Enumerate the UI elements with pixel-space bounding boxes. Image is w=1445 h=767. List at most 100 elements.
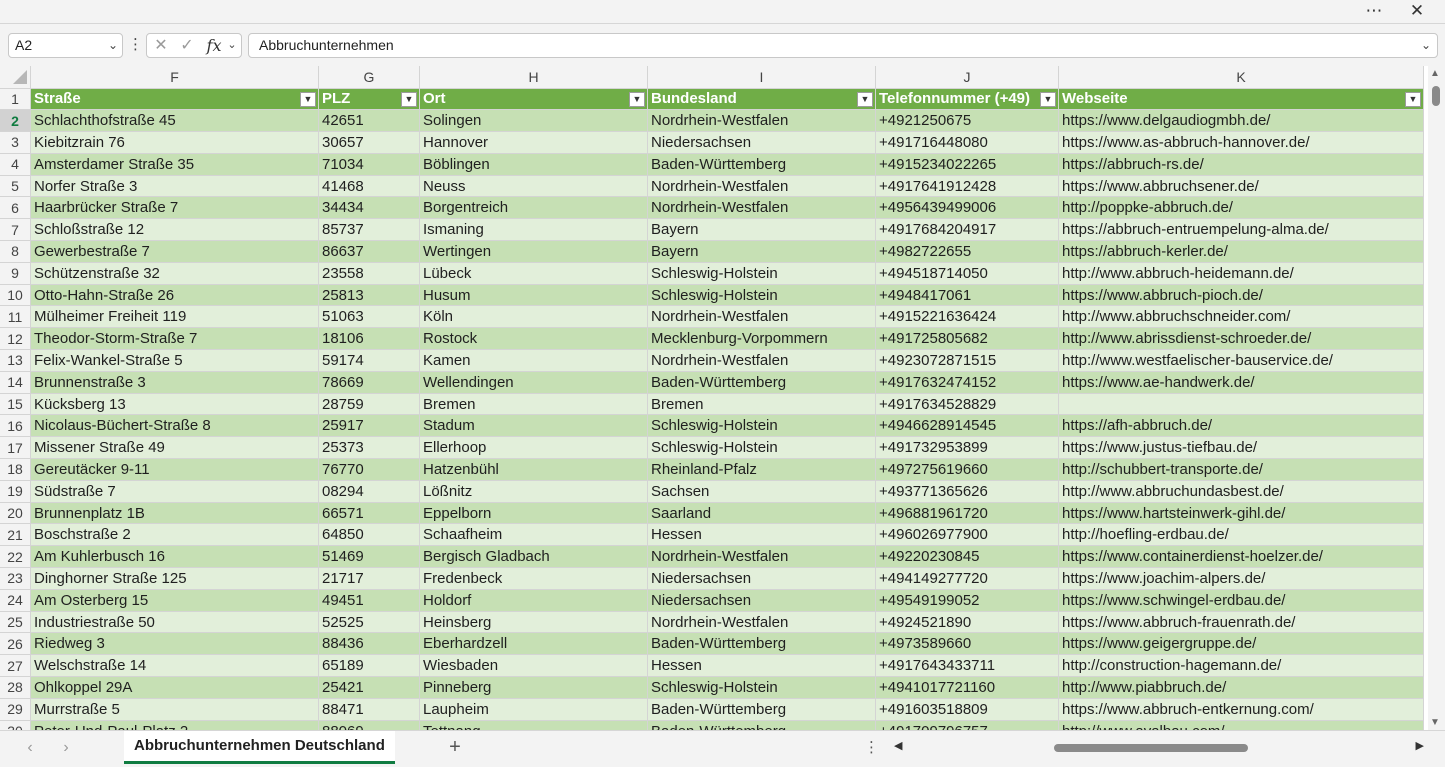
table-cell[interactable]: 85737	[318, 218, 420, 242]
table-cell[interactable]: 78669	[318, 371, 420, 394]
table-cell[interactable]: Nordrhein-Westfalen	[647, 196, 876, 220]
table-cell[interactable]: Bergisch Gladbach	[419, 545, 648, 569]
table-cell[interactable]: +494149277720	[875, 567, 1059, 590]
row-header[interactable]: 24	[0, 589, 31, 612]
column-header-f[interactable]: F	[30, 66, 319, 89]
table-cell[interactable]: Mülheimer Freiheit 119	[30, 305, 319, 329]
row-header[interactable]: 2	[0, 109, 31, 133]
table-cell[interactable]: Nordrhein-Westfalen	[647, 175, 876, 198]
table-cell[interactable]: Dinghorner Straße 125	[30, 567, 319, 590]
chevron-down-icon[interactable]: ⌄	[108, 34, 118, 57]
table-cell[interactable]: 25373	[318, 436, 420, 460]
table-cell[interactable]: Heinsberg	[419, 611, 648, 634]
table-cell[interactable]: Kiebitzrain 76	[30, 131, 319, 154]
table-cell[interactable]: http://www.abbruchundasbest.de/	[1058, 480, 1424, 503]
table-cell[interactable]: +4917643433711	[875, 654, 1059, 678]
table-cell[interactable]: Baden-Württemberg	[647, 632, 876, 656]
scroll-right-icon[interactable]: ▶	[1416, 739, 1424, 752]
scroll-up-icon[interactable]: ▲	[1430, 68, 1440, 79]
table-cell[interactable]: Industriestraße 50	[30, 611, 319, 634]
table-cell[interactable]: Wertingen	[419, 240, 648, 263]
table-cell[interactable]: +4917641912428	[875, 175, 1059, 198]
table-cell[interactable]: 28759	[318, 393, 420, 416]
table-cell[interactable]: Schleswig-Holstein	[647, 284, 876, 307]
table-cell[interactable]: 88069	[318, 720, 420, 730]
table-cell[interactable]: Peter-Und-Paul-Platz 2	[30, 720, 319, 730]
table-cell[interactable]: Norfer Straße 3	[30, 175, 319, 198]
table-cell[interactable]: https://www.as-abbruch-hannover.de/	[1058, 131, 1424, 154]
table-cell[interactable]: +4924521890	[875, 611, 1059, 634]
table-cell[interactable]: https://www.geigergruppe.de/	[1058, 632, 1424, 656]
table-cell[interactable]: Welschstraße 14	[30, 654, 319, 678]
table-cell[interactable]: +4921250675	[875, 109, 1059, 133]
vertical-scroll-thumb[interactable]	[1432, 86, 1440, 106]
table-cell[interactable]: +4941017721160	[875, 676, 1059, 699]
table-cell[interactable]: Neuss	[419, 175, 648, 198]
table-cell[interactable]: +491725805682	[875, 327, 1059, 351]
table-cell[interactable]: +4923072871515	[875, 349, 1059, 372]
table-cell[interactable]: http://poppke-abbruch.de/	[1058, 196, 1424, 220]
row-header[interactable]: 13	[0, 349, 31, 372]
table-header-cell[interactable]: Bundesland ▼	[647, 88, 876, 111]
select-all-corner[interactable]	[0, 66, 31, 89]
table-cell[interactable]: Kücksberg 13	[30, 393, 319, 416]
table-cell[interactable]: Schützenstraße 32	[30, 262, 319, 285]
table-cell[interactable]: Nicolaus-Büchert-Straße 8	[30, 414, 319, 438]
row-header[interactable]: 7	[0, 218, 31, 242]
table-cell[interactable]: Sachsen	[647, 480, 876, 503]
table-cell[interactable]: 51469	[318, 545, 420, 569]
table-cell[interactable]: Brunnenstraße 3	[30, 371, 319, 394]
table-cell[interactable]: 76770	[318, 458, 420, 481]
table-cell[interactable]: 23558	[318, 262, 420, 285]
table-cell[interactable]: 49451	[318, 589, 420, 612]
table-cell[interactable]: +4917632474152	[875, 371, 1059, 394]
row-header[interactable]: 28	[0, 676, 31, 699]
table-cell[interactable]: Wellendingen	[419, 371, 648, 394]
table-cell[interactable]: Nordrhein-Westfalen	[647, 545, 876, 569]
table-cell[interactable]: +491732953899	[875, 436, 1059, 460]
table-cell[interactable]: +4982722655	[875, 240, 1059, 263]
table-cell[interactable]: 64850	[318, 523, 420, 547]
table-cell[interactable]: https://www.containerdienst-hoelzer.de/	[1058, 545, 1424, 569]
table-cell[interactable]: Schaafheim	[419, 523, 648, 547]
table-cell[interactable]: Haarbrücker Straße 7	[30, 196, 319, 220]
table-cell[interactable]: Lübeck	[419, 262, 648, 285]
table-cell[interactable]: Murrstraße 5	[30, 698, 319, 721]
filter-dropdown-icon[interactable]: ▼	[629, 91, 645, 107]
table-cell[interactable]: Schlachthofstraße 45	[30, 109, 319, 133]
table-cell[interactable]: https://www.hartsteinwerk-gihl.de/	[1058, 502, 1424, 525]
table-cell[interactable]: 88436	[318, 632, 420, 656]
table-cell[interactable]: Borgentreich	[419, 196, 648, 220]
table-cell[interactable]: 08294	[318, 480, 420, 503]
table-cell[interactable]: http://www.piabbruch.de/	[1058, 676, 1424, 699]
table-cell[interactable]: Köln	[419, 305, 648, 329]
table-cell[interactable]: https://www.abbruchsener.de/	[1058, 175, 1424, 198]
table-cell[interactable]: https://www.ae-handwerk.de/	[1058, 371, 1424, 394]
table-header-cell[interactable]: PLZ ▼	[318, 88, 420, 111]
row-header[interactable]: 16	[0, 414, 31, 438]
table-cell[interactable]: +4917684204917	[875, 218, 1059, 242]
table-header-cell[interactable]: Straße ▼	[30, 88, 319, 111]
row-header[interactable]: 9	[0, 262, 31, 285]
row-header[interactable]: 8	[0, 240, 31, 263]
row-header[interactable]: 15	[0, 393, 31, 416]
table-cell[interactable]: Rostock	[419, 327, 648, 351]
table-cell[interactable]: Bayern	[647, 240, 876, 263]
table-cell[interactable]: Wiesbaden	[419, 654, 648, 678]
close-icon[interactable]: ✕	[1402, 0, 1432, 24]
more-options-icon[interactable]: ⋯	[1359, 0, 1389, 24]
insert-function-icon[interactable]: fx	[203, 34, 225, 57]
table-cell[interactable]: 25813	[318, 284, 420, 307]
table-cell[interactable]: +491716448080	[875, 131, 1059, 154]
spreadsheet-grid[interactable]: FGHIJK 1 Straße ▼ PLZ ▼ Ort ▼ Bundesland ▼ Telefo…	[0, 66, 1428, 730]
table-cell[interactable]: Boschstraße 2	[30, 523, 319, 547]
table-cell[interactable]: 66571	[318, 502, 420, 525]
table-cell[interactable]: Stadum	[419, 414, 648, 438]
row-header[interactable]: 11	[0, 305, 31, 329]
table-cell[interactable]: 25917	[318, 414, 420, 438]
table-cell[interactable]: Tettnang	[419, 720, 648, 730]
row-header[interactable]: 27	[0, 654, 31, 678]
table-cell[interactable]: https://www.joachim-alpers.de/	[1058, 567, 1424, 590]
table-cell[interactable]: Bremen	[647, 393, 876, 416]
table-cell[interactable]: https://www.justus-tiefbau.de/	[1058, 436, 1424, 460]
